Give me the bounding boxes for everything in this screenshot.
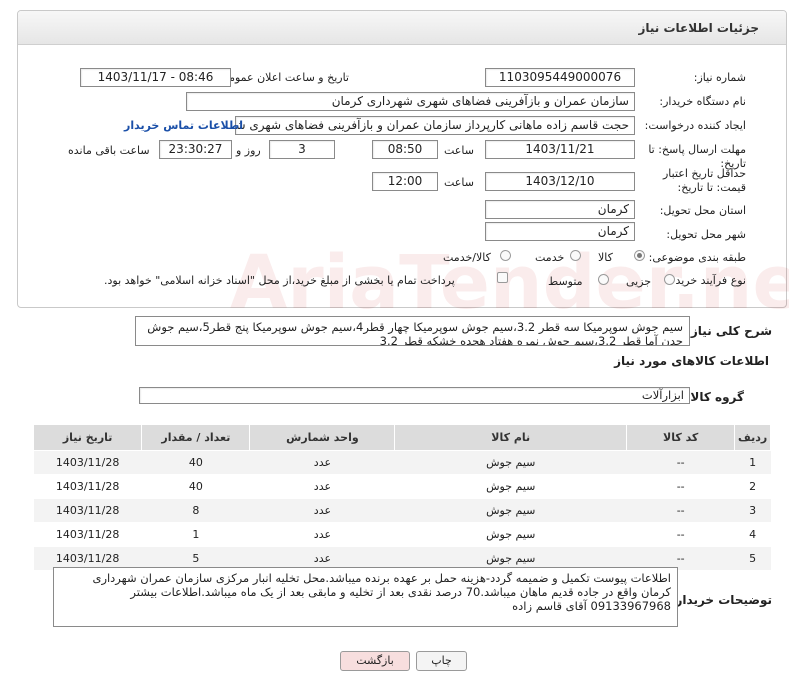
process-label: نوع فرآیند خرید : xyxy=(668,274,746,287)
treasury-checkbox[interactable] xyxy=(497,272,508,283)
cell-row: 4 xyxy=(734,522,771,547)
buyer-label: نام دستگاه خریدار: xyxy=(659,95,746,108)
category-radio-service[interactable] xyxy=(570,250,581,261)
remaining-label: ساعت باقی مانده xyxy=(68,144,150,157)
city-label: شهر محل تحویل: xyxy=(666,228,746,241)
cell-name: سیم جوش xyxy=(394,474,627,499)
price-deadline-label: حداقل تاریخ اعتبار قیمت: تا تاریخ: xyxy=(662,167,746,194)
cell-code: -- xyxy=(626,450,735,475)
cell-qty: 40 xyxy=(141,474,250,499)
cell-qty: 40 xyxy=(141,450,250,475)
cell-row: 1 xyxy=(734,450,771,475)
remaining-time-field: 23:30:27 xyxy=(159,140,232,159)
cell-date: 1403/11/28 xyxy=(33,498,142,523)
announce-label: تاریخ و ساعت اعلان عمومی: xyxy=(216,71,349,84)
cell-row: 3 xyxy=(734,498,771,523)
back-button[interactable]: بازگشت xyxy=(340,651,410,671)
category-service-label: خدمت xyxy=(535,251,565,264)
table-row: 3 -- سیم جوش عدد 8 1403/11/28 xyxy=(33,498,771,523)
table-header-row: ردیف کد کالا نام کالا واحد شمارش تعداد /… xyxy=(32,424,771,451)
cell-row: 5 xyxy=(734,546,771,571)
buyer-notes-label: توضیحات خریدار: xyxy=(670,593,772,607)
process-medium-label: متوسط xyxy=(548,275,583,288)
category-goods-label: کالا xyxy=(598,251,613,264)
buyer-field: سازمان عمران و بازآفرینی فضاهای شهری شهر… xyxy=(186,92,635,111)
cell-row: 2 xyxy=(734,474,771,499)
price-date-field: 1403/12/10 xyxy=(485,172,635,191)
col-row-header: ردیف xyxy=(734,424,771,451)
category-radio-goods[interactable] xyxy=(634,250,645,261)
creator-field: حجت قاسم زاده ماهانی کارپرداز سازمان عمر… xyxy=(235,116,635,135)
category-label: طبقه بندی موضوعی: xyxy=(648,251,746,264)
cell-unit: عدد xyxy=(249,450,395,475)
cell-name: سیم جوش xyxy=(394,522,627,547)
cell-unit: عدد xyxy=(249,522,395,547)
goods-table-wrap: ردیف کد کالا نام کالا واحد شمارش تعداد /… xyxy=(32,424,771,571)
need-number-label: شماره نیاز: xyxy=(693,71,746,84)
process-radio-minor[interactable] xyxy=(664,274,675,285)
cell-date: 1403/11/28 xyxy=(33,450,142,475)
buyer-contact-link[interactable]: اطلاعات تماس خریدار xyxy=(124,119,243,132)
cell-name: سیم جوش xyxy=(394,450,627,475)
col-code-header: کد کالا xyxy=(626,424,736,451)
cell-name: سیم جوش xyxy=(394,498,627,523)
goods-group-label: گروه کالا: xyxy=(685,390,744,404)
goods-table: ردیف کد کالا نام کالا واحد شمارش تعداد /… xyxy=(32,424,771,571)
province-label: استان محل تحویل: xyxy=(659,204,746,217)
cell-unit: عدد xyxy=(249,498,395,523)
reply-date-field: 1403/11/21 xyxy=(485,140,635,159)
need-number-field: 1103095449000076 xyxy=(485,68,635,87)
col-unit-header: واحد شمارش xyxy=(249,424,396,451)
city-field: کرمان xyxy=(485,222,635,241)
table-row: 1 -- سیم جوش عدد 40 1403/11/28 xyxy=(33,450,771,475)
col-name-header: نام کالا xyxy=(394,424,628,451)
description-label: شرح کلی نیاز: xyxy=(686,324,772,338)
page-title: جزئیات اطلاعات نیاز xyxy=(638,21,759,35)
col-qty-header: تعداد / مقدار xyxy=(141,424,251,451)
table-row: 2 -- سیم جوش عدد 40 1403/11/28 xyxy=(33,474,771,499)
cell-code: -- xyxy=(626,498,735,523)
province-field: کرمان xyxy=(485,200,635,219)
table-row: 4 -- سیم جوش عدد 1 1403/11/28 xyxy=(33,522,771,547)
category-goods-service-label: کالا/خدمت xyxy=(443,251,491,264)
cell-date: 1403/11/28 xyxy=(33,474,142,499)
cell-qty: 8 xyxy=(141,498,250,523)
reply-time-field: 08:50 xyxy=(372,140,438,159)
goods-group-field: ابزارآلات xyxy=(139,387,690,404)
days-label: روز و xyxy=(236,144,261,157)
description-text: سیم جوش سوپرمیکا سه قطر 3.2،سیم جوش سوپر… xyxy=(135,316,690,346)
cell-qty: 1 xyxy=(141,522,250,547)
price-time-label: ساعت xyxy=(444,176,474,189)
cell-unit: عدد xyxy=(249,474,395,499)
process-minor-label: جزیی xyxy=(626,275,652,288)
process-note: پرداخت تمام یا بخشی از مبلغ خرید،از محل … xyxy=(104,274,455,287)
announce-field: 1403/11/17 - 08:46 xyxy=(80,68,231,87)
goods-section-title: اطلاعات کالاهای مورد نیاز xyxy=(614,354,769,368)
remaining-days-field: 3 xyxy=(269,140,335,159)
reply-time-label: ساعت xyxy=(444,144,474,157)
category-radio-goods-service[interactable] xyxy=(500,250,511,261)
col-date-header: تاریخ نیاز xyxy=(32,424,143,451)
process-radio-medium[interactable] xyxy=(598,274,609,285)
buyer-notes-text: اطلاعات پیوست تکمیل و ضمیمه گردد-هزینه ح… xyxy=(53,567,678,627)
price-time-field: 12:00 xyxy=(372,172,438,191)
cell-code: -- xyxy=(626,474,735,499)
creator-label: ایجاد کننده درخواست: xyxy=(644,119,746,132)
cell-date: 1403/11/28 xyxy=(33,522,142,547)
cell-code: -- xyxy=(626,522,735,547)
print-button[interactable]: چاپ xyxy=(416,651,467,671)
